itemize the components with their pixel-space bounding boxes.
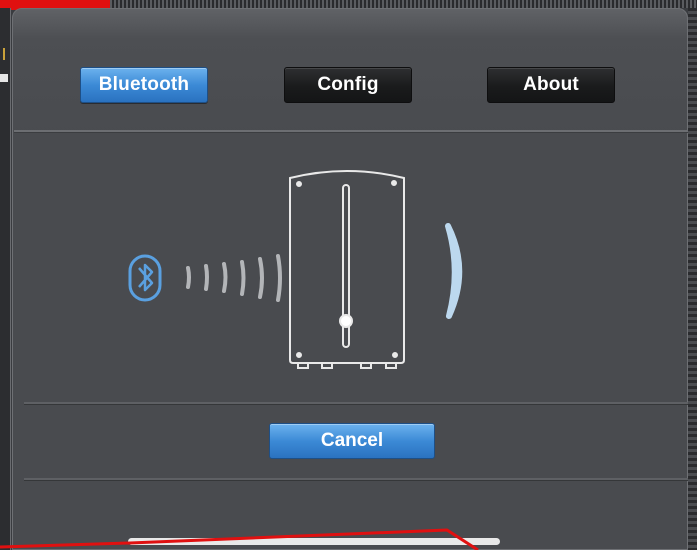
divider-bottom — [24, 478, 688, 481]
pairing-illustration — [128, 170, 463, 369]
cancel-button-label: Cancel — [320, 430, 384, 451]
response-arc-icon — [445, 223, 463, 319]
signal-waves-icon — [186, 254, 282, 302]
scrollbar[interactable] — [128, 538, 500, 545]
bluetooth-icon — [128, 254, 162, 302]
cancel-button[interactable]: Cancel — [269, 423, 435, 459]
divider-top — [24, 402, 688, 405]
device-icon — [289, 170, 405, 369]
